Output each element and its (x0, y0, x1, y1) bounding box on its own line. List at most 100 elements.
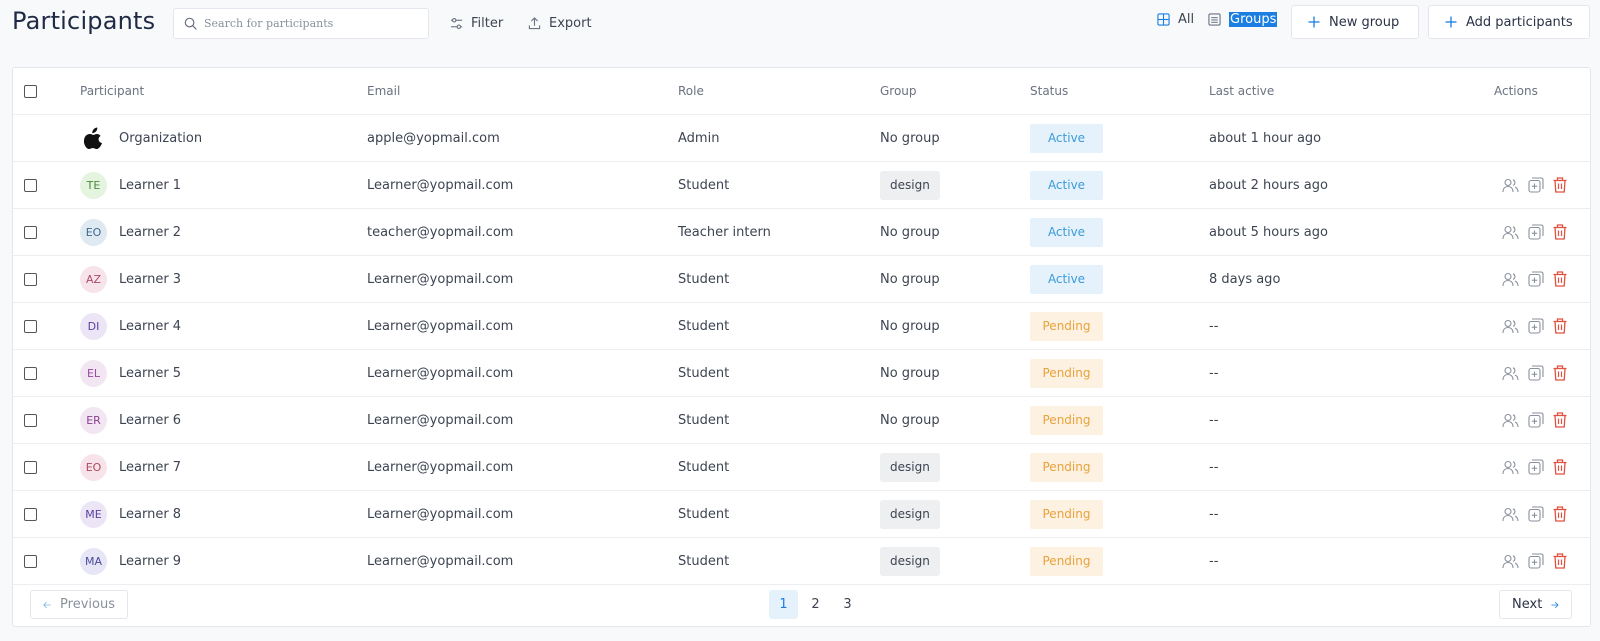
manage-participant-button[interactable] (1502, 460, 1519, 475)
add-participants-button[interactable]: Add participants (1428, 5, 1590, 39)
add-to-group-button[interactable] (1528, 271, 1544, 287)
column-header-group[interactable]: Group (880, 68, 917, 114)
last-active-cell: about 5 hours ago (1209, 224, 1328, 240)
group-cell: No group (880, 271, 940, 287)
column-header-status[interactable]: Status (1030, 68, 1068, 114)
manage-participant-button[interactable] (1502, 178, 1519, 193)
participant-name: Learner 3 (119, 271, 182, 287)
previous-page-button[interactable]: Previous (30, 590, 128, 619)
row-checkbox[interactable] (24, 272, 37, 286)
add-to-group-button[interactable] (1528, 177, 1544, 193)
view-all-label: All (1178, 12, 1195, 27)
add-to-group-button[interactable] (1528, 459, 1544, 475)
row-actions (1502, 209, 1567, 255)
view-all-toggle[interactable]: All (1157, 12, 1194, 27)
last-active-cell: about 2 hours ago (1209, 177, 1328, 193)
row-checkbox[interactable] (24, 178, 37, 192)
manage-participant-button[interactable] (1502, 272, 1519, 287)
add-to-group-button[interactable] (1528, 553, 1544, 569)
participants-table: Participant Email Role Group Status Last… (12, 67, 1591, 627)
row-checkbox[interactable] (24, 366, 37, 380)
delete-participant-button[interactable] (1553, 459, 1567, 475)
delete-participant-button[interactable] (1553, 412, 1567, 428)
delete-participant-button[interactable] (1553, 553, 1567, 569)
avatar-initials: AZ (85, 272, 102, 286)
participant-cell[interactable]: EL Learner 5 (80, 350, 181, 396)
table-row: EO Learner 7 Learner@yopmail.com Student des… (13, 444, 1590, 491)
participant-cell[interactable]: EO Learner 2 (80, 209, 181, 255)
row-checkbox[interactable] (24, 554, 37, 568)
column-header-participant[interactable]: Participant (80, 68, 144, 114)
view-groups-toggle[interactable]: Groups (1208, 12, 1278, 27)
search-box[interactable] (173, 8, 429, 39)
row-actions (1502, 397, 1567, 443)
group-cell: design (880, 444, 940, 490)
users-icon (1502, 319, 1519, 333)
avatar (80, 124, 107, 152)
page-1-button[interactable]: 1 (769, 590, 798, 619)
table-row: EO Learner 2 teacher@yopmail.com Teacher in… (13, 209, 1590, 256)
status-cell: Active (1030, 209, 1103, 255)
add-to-group-button[interactable] (1528, 506, 1544, 522)
page-2-button[interactable]: 2 (801, 590, 830, 619)
avatar-initials: EO (85, 460, 102, 474)
column-header-role[interactable]: Role (678, 68, 704, 114)
copy-plus-icon (1528, 553, 1544, 569)
manage-participant-button[interactable] (1502, 413, 1519, 428)
column-header-email[interactable]: Email (367, 68, 400, 114)
export-button[interactable]: Export (528, 12, 592, 34)
manage-participant-button[interactable] (1502, 319, 1519, 334)
group-cell: No group (880, 318, 940, 334)
avatar-initials: DI (87, 319, 100, 333)
manage-participant-button[interactable] (1502, 554, 1519, 569)
participant-cell[interactable]: EO Learner 7 (80, 444, 181, 490)
page-3-button[interactable]: 3 (833, 590, 862, 619)
next-page-button[interactable]: Next (1499, 590, 1572, 619)
participant-cell[interactable]: ME Learner 8 (80, 491, 181, 537)
next-label: Next (1512, 597, 1543, 612)
row-select-cell (24, 256, 37, 302)
participant-name: Learner 5 (119, 365, 182, 381)
row-checkbox[interactable] (24, 413, 37, 427)
row-select-cell (24, 303, 37, 349)
participant-cell[interactable]: MA Learner 9 (80, 538, 181, 584)
avatar: EO (80, 218, 107, 246)
participant-cell[interactable]: AZ Learner 3 (80, 256, 181, 302)
column-header-last-active[interactable]: Last active (1209, 68, 1274, 114)
add-to-group-button[interactable] (1528, 318, 1544, 334)
group-badge: design (880, 452, 940, 482)
participant-cell[interactable]: TE Learner 1 (80, 162, 181, 208)
row-select-cell (24, 397, 37, 443)
delete-participant-button[interactable] (1553, 224, 1567, 240)
table-row: ER Learner 6 Learner@yopmail.com Student No … (13, 397, 1590, 444)
row-checkbox[interactable] (24, 319, 37, 333)
add-to-group-button[interactable] (1528, 365, 1544, 381)
delete-participant-button[interactable] (1553, 318, 1567, 334)
delete-participant-button[interactable] (1553, 365, 1567, 381)
status-cell: Active (1030, 256, 1103, 302)
participant-cell[interactable]: Organization (80, 115, 202, 161)
delete-participant-button[interactable] (1553, 271, 1567, 287)
role-cell: Student (678, 318, 730, 334)
participant-cell[interactable]: DI Learner 4 (80, 303, 181, 349)
manage-participant-button[interactable] (1502, 507, 1519, 522)
copy-plus-icon (1528, 506, 1544, 522)
add-to-group-button[interactable] (1528, 412, 1544, 428)
participant-cell[interactable]: ER Learner 6 (80, 397, 181, 443)
manage-participant-button[interactable] (1502, 225, 1519, 240)
row-checkbox[interactable] (24, 507, 37, 521)
add-to-group-button[interactable] (1528, 224, 1544, 240)
filter-button[interactable]: Filter (450, 12, 503, 34)
search-input[interactable] (204, 17, 424, 30)
status-badge: Pending (1030, 405, 1103, 435)
trash-icon (1553, 224, 1567, 240)
delete-participant-button[interactable] (1553, 506, 1567, 522)
select-all-checkbox[interactable] (24, 84, 37, 98)
delete-participant-button[interactable] (1553, 177, 1567, 193)
avatar: AZ (80, 265, 107, 293)
row-checkbox[interactable] (24, 460, 37, 474)
row-checkbox[interactable] (24, 225, 37, 239)
new-group-button[interactable]: New group (1291, 5, 1419, 39)
status-badge: Active (1030, 217, 1103, 247)
manage-participant-button[interactable] (1502, 366, 1519, 381)
